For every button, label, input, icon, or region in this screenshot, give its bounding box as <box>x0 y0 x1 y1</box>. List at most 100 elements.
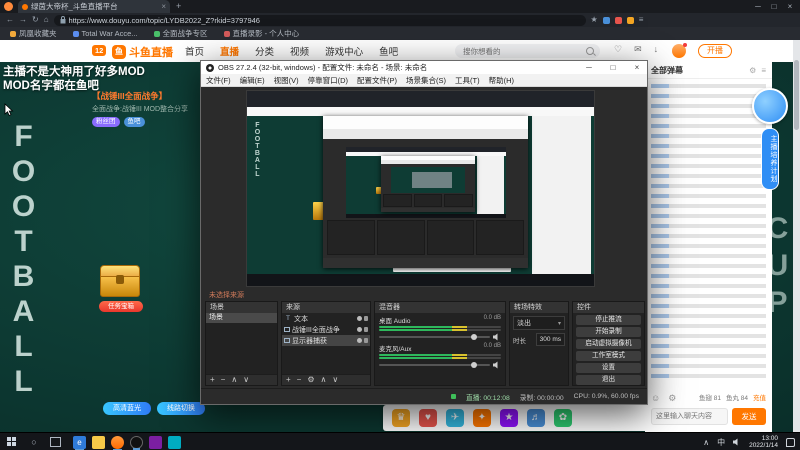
chat-settings-icon[interactable]: ⚙ <box>749 66 756 75</box>
scene-item[interactable]: 场景 <box>206 313 277 323</box>
taskbar-search-icon[interactable]: ○ <box>24 437 44 447</box>
obs-preview-canvas[interactable]: FOOTBALL <box>246 90 595 287</box>
scene-down-icon[interactable]: ∨ <box>243 375 249 385</box>
obs-menu-tools[interactable]: 工具(T) <box>455 75 480 86</box>
recharge-link[interactable]: 充值 <box>753 392 766 402</box>
visibility-eye-icon[interactable] <box>357 316 362 321</box>
browser-logo-icon[interactable] <box>4 2 13 11</box>
back-icon[interactable]: ← <box>6 13 14 27</box>
chat-header-title[interactable]: 全部弹幕 <box>651 65 744 76</box>
gift-star-icon[interactable]: ★ <box>500 409 518 427</box>
obs-title-bar[interactable]: OBS 27.2.4 (32-bit, windows) - 配置文件: 未命名… <box>201 61 647 74</box>
start-recording-button[interactable]: 开始录制 <box>576 327 641 337</box>
bookmark-item[interactable]: 凤凰收藏夹 <box>10 28 57 39</box>
transition-select[interactable]: 淡出 ▾ <box>513 316 565 330</box>
card-title[interactable]: 【战锤III全面战争】 <box>92 90 198 102</box>
source-properties-icon[interactable]: ⚙ <box>307 375 314 385</box>
taskbar-douyu-icon[interactable] <box>111 435 124 450</box>
action-center-icon[interactable] <box>786 437 795 447</box>
tray-speaker-icon[interactable] <box>733 438 741 446</box>
bookmark-item[interactable]: 全面战争专区 <box>153 28 208 39</box>
line-pill[interactable]: 线路切换 <box>157 402 205 415</box>
emoji-icon[interactable]: ☺ <box>651 393 660 404</box>
nav-categories[interactable]: 分类 <box>255 44 274 58</box>
taskbar-app-icon[interactable] <box>149 435 162 449</box>
ime-indicator[interactable]: 中 <box>717 437 725 448</box>
extension-icon[interactable] <box>626 16 634 24</box>
download-client-icon[interactable]: ↓ <box>654 44 659 55</box>
source-up-icon[interactable]: ∧ <box>321 375 327 385</box>
taskbar-browser-icon[interactable]: e <box>73 435 86 450</box>
speaker-icon[interactable] <box>493 333 501 341</box>
obs-close-icon[interactable]: × <box>627 61 647 74</box>
chat-gear-icon[interactable]: ⚙ <box>668 393 676 404</box>
nav-yuba[interactable]: 鱼吧 <box>379 44 398 58</box>
speaker-icon[interactable] <box>493 361 501 369</box>
start-live-button[interactable]: 开播 <box>698 44 732 58</box>
chest-badge[interactable]: 任务宝箱 <box>99 301 143 312</box>
lock-icon[interactable] <box>364 327 368 332</box>
taskbar-obs-icon[interactable] <box>130 435 143 450</box>
messages-icon[interactable]: ✉ <box>634 44 642 55</box>
slider-track[interactable] <box>379 334 490 340</box>
scene-up-icon[interactable]: ∧ <box>231 375 237 385</box>
obs-menu-profile[interactable]: 配置文件(P) <box>357 75 397 86</box>
forward-icon[interactable]: → <box>19 13 27 27</box>
slider-knob[interactable] <box>470 362 477 368</box>
close-icon[interactable]: × <box>782 0 798 13</box>
obs-menu-help[interactable]: 帮助(H) <box>489 75 514 86</box>
new-tab-button[interactable]: + <box>176 1 181 11</box>
search-input[interactable] <box>461 45 582 57</box>
obs-minimize-icon[interactable]: ─ <box>579 61 599 74</box>
browser-tab[interactable]: 绿茵大帝杯_斗鱼直播平台 × <box>18 0 170 13</box>
search-icon[interactable] <box>586 47 594 55</box>
browser-menu-icon[interactable]: ≡ <box>639 13 644 27</box>
exit-button[interactable]: 退出 <box>576 375 641 385</box>
add-scene-icon[interactable]: + <box>210 375 215 385</box>
bookmark-item[interactable]: 直播录影 - 个人中心 <box>223 28 299 39</box>
tray-expand-icon[interactable]: ∧ <box>703 438 709 447</box>
lock-icon[interactable] <box>364 316 368 321</box>
duration-spinbox[interactable]: 300 ms <box>535 333 565 346</box>
volume-slider[interactable] <box>379 333 501 341</box>
header-search[interactable] <box>455 44 600 58</box>
reload-icon[interactable]: ↻ <box>32 13 39 27</box>
lock-icon[interactable] <box>364 338 368 343</box>
nav-home[interactable]: 首页 <box>185 44 204 58</box>
stop-streaming-button[interactable]: 停止推流 <box>576 315 641 325</box>
home-icon[interactable]: ⌂ <box>44 13 49 27</box>
remove-source-icon[interactable]: − <box>297 375 302 385</box>
nav-video[interactable]: 视频 <box>290 44 309 58</box>
obs-maximize-icon[interactable]: □ <box>603 61 623 74</box>
chat-input[interactable] <box>651 408 728 425</box>
gift-plane-icon[interactable]: ✈ <box>446 409 464 427</box>
url-box[interactable]: https://www.douyu.com/topic/LYDB2022_Z?r… <box>53 14 586 26</box>
volume-slider[interactable] <box>379 361 501 369</box>
visibility-eye-icon[interactable] <box>357 327 362 332</box>
obs-menu-docks[interactable]: 停靠窗口(D) <box>308 75 348 86</box>
virtual-camera-button[interactable]: 启动虚拟摄像机 <box>576 339 641 349</box>
taskbar-clock[interactable]: 13:00 2022/1/14 <box>749 435 778 450</box>
nav-game-center[interactable]: 游戏中心 <box>325 44 363 58</box>
gift-heart-icon[interactable]: ♥ <box>419 409 437 427</box>
source-item-display[interactable]: 显示器捕获 <box>282 335 370 346</box>
minimize-icon[interactable]: ─ <box>750 0 766 13</box>
event-mascot[interactable]: 主播培养计划 <box>748 88 792 190</box>
obs-menu-view[interactable]: 视图(V) <box>274 75 299 86</box>
taskbar-explorer-icon[interactable] <box>92 435 105 449</box>
obs-menu-scene-collection[interactable]: 场景集合(S) <box>406 75 446 86</box>
slider-knob[interactable] <box>470 334 477 340</box>
task-view-icon[interactable] <box>50 437 61 447</box>
page-scrollbar[interactable] <box>793 40 800 432</box>
scrollbar-thumb[interactable] <box>794 60 799 130</box>
studio-mode-button[interactable]: 工作室模式 <box>576 351 641 361</box>
visibility-eye-icon[interactable] <box>357 338 362 343</box>
quality-pill[interactable]: 高清蓝光 <box>103 402 151 415</box>
send-button[interactable]: 发送 <box>732 408 766 425</box>
source-item-game[interactable]: 战锤III全面战争 <box>282 324 370 335</box>
douyu-logo[interactable]: 鱼 斗鱼直播 <box>112 44 173 60</box>
slider-track[interactable] <box>379 362 490 368</box>
source-item-text[interactable]: T 文本 <box>282 313 370 324</box>
taskbar-app-icon[interactable] <box>168 435 181 449</box>
tab-close-icon[interactable]: × <box>161 2 166 11</box>
